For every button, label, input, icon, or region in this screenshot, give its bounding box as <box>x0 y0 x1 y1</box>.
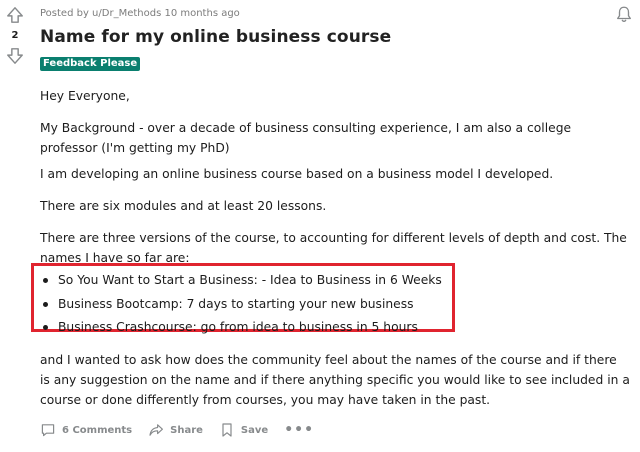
body-background: My Background - over a decade of busines… <box>40 121 572 155</box>
list-item: So You Want to Start a Business: - Idea … <box>40 271 442 295</box>
comments-label: 6 Comments <box>62 424 133 436</box>
save-label: Save <box>240 424 269 436</box>
comment-bubble-icon <box>41 424 55 437</box>
bookmark-icon <box>222 423 232 437</box>
share-button[interactable]: Share <box>148 422 203 438</box>
comments-button[interactable]: 6 Comments <box>40 422 132 438</box>
downvote-button[interactable] <box>4 45 26 67</box>
more-options-button[interactable]: ••• <box>284 422 314 438</box>
vote-score: 2 <box>11 30 19 41</box>
body-modules: There are six modules and at least 20 le… <box>40 199 327 213</box>
body-greeting: Hey Everyone, <box>40 89 130 103</box>
downvote-arrow-icon <box>7 48 23 64</box>
body-versions: There are three versions of the course, … <box>40 231 627 265</box>
body-developing: I am developing an online business cours… <box>40 167 554 181</box>
upvote-button[interactable] <box>4 4 26 26</box>
bell-icon <box>617 6 631 23</box>
post-meta[interactable]: Posted by u/Dr_Methods 10 months ago <box>40 8 240 19</box>
list-item: Business Crashcourse: go from idea to bu… <box>40 318 442 342</box>
list-item: Business Bootcamp: 7 days to starting yo… <box>40 295 442 319</box>
share-arrow-icon <box>149 424 164 436</box>
body-closing: and I wanted to ask how does the communi… <box>40 353 630 407</box>
upvote-arrow-icon <box>7 7 23 23</box>
post-flair[interactable]: Feedback Please <box>40 57 141 71</box>
share-label: Share <box>170 424 203 436</box>
notification-bell-button[interactable] <box>614 4 634 24</box>
save-button[interactable]: Save <box>219 422 268 438</box>
post-actions-bar: 6 Comments Share Save ••• <box>40 420 314 440</box>
post-title[interactable]: Name for my online business course <box>40 27 391 47</box>
post-card: 2 Posted by u/Dr_Methods 10 months ago N… <box>0 0 640 452</box>
course-names-list: So You Want to Start a Business: - Idea … <box>40 271 442 342</box>
